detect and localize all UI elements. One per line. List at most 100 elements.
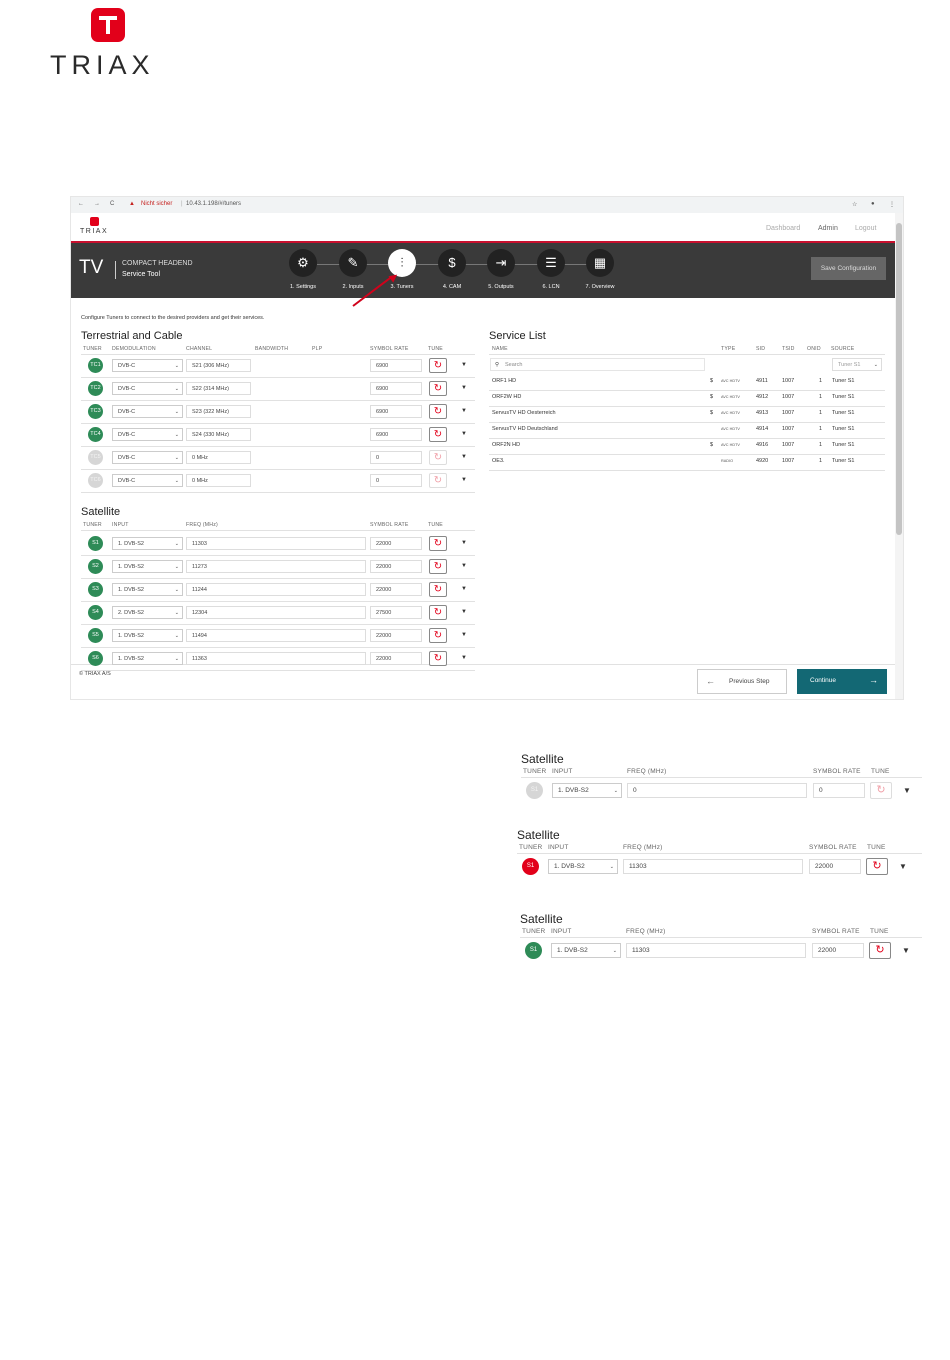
symbol-rate-input[interactable]: 22000 (809, 859, 861, 874)
source-filter-select[interactable]: Tuner S1 ⌄ (832, 358, 882, 371)
input-select[interactable]: 1. DVB-S2 ⌄ (112, 652, 183, 665)
symbol-rate-input[interactable]: 22000 (370, 652, 422, 665)
expand-dropdown-icon[interactable]: ▼ (461, 477, 467, 483)
previous-step-button[interactable]: ← Previous Step (697, 669, 787, 694)
symbol-rate-input[interactable]: 0 (370, 474, 422, 487)
browser-chrome: ← → C ▲ Nicht sicher | 10.43.1.198/#/tun… (71, 197, 903, 213)
continue-button[interactable]: Continue → (797, 669, 887, 694)
input-select[interactable]: 1. DVB-S2 ⌄ (552, 783, 622, 798)
tune-button[interactable]: ↻ (429, 559, 447, 574)
input-select[interactable]: 1. DVB-S2 ⌄ (112, 629, 183, 642)
service-list-title: Service List (489, 330, 546, 342)
expand-dropdown-icon[interactable]: ▼ (461, 586, 467, 592)
symbol-rate-input[interactable]: 22000 (370, 583, 422, 596)
chevron-down-icon: ⌄ (174, 478, 179, 484)
tune-button[interactable]: ↻ (429, 651, 447, 666)
back-icon[interactable]: ← (78, 201, 84, 207)
tune-button[interactable]: ↻ (869, 942, 891, 959)
expand-dropdown-icon[interactable]: ▼ (461, 655, 467, 661)
service-name: ORF2W HD (492, 394, 522, 400)
tune-button[interactable]: ↻ (429, 628, 447, 643)
frequency-input[interactable]: 12304 (186, 606, 366, 619)
url-bar[interactable]: 10.43.1.198/#/tuners (186, 201, 241, 207)
tune-button[interactable]: ↻ (429, 605, 447, 620)
symbol-rate-input[interactable]: 22000 (812, 943, 864, 958)
input-select[interactable]: 1. DVB-S2 ⌄ (112, 583, 183, 596)
chevron-down-icon: ⌄ (174, 564, 179, 570)
tuner-badge: S6 (88, 651, 103, 666)
input-select[interactable]: 2. DVB-S2 ⌄ (112, 606, 183, 619)
wizard-bar: TV COMPACT HEADEND Service Tool ⚙ 1. Set… (71, 243, 895, 298)
frequency-input[interactable]: 11303 (186, 537, 366, 550)
plug-icon: ✎ (339, 249, 367, 277)
frequency-input[interactable]: 0 (627, 783, 807, 798)
frequency-input[interactable]: 11494 (186, 629, 366, 642)
chevron-down-icon: ⌄ (174, 587, 179, 593)
symbol-rate-input[interactable]: 6900 (370, 359, 422, 372)
satellite-crop: Satellite TUNER INPUT FREQ (MHz) SYMBOL RATE… (513, 826, 922, 880)
service-tsid: 1007 (782, 426, 795, 432)
tuner-badge: S5 (88, 628, 103, 643)
tune-button[interactable]: ↻ (866, 858, 888, 875)
input-select[interactable]: 1. DVB-S2 ⌄ (551, 943, 621, 958)
chevron-down-icon: ⌄ (612, 948, 617, 954)
crop-title: Satellite (520, 912, 563, 926)
tune-button[interactable]: ↻ (429, 358, 447, 373)
expand-dropdown-icon[interactable]: ▼ (902, 946, 910, 955)
scrambled-icon: $ (710, 410, 714, 416)
save-configuration-button[interactable]: Save Configuration (811, 257, 886, 280)
menu-icon[interactable]: ⋮ (889, 201, 895, 208)
satellite-crop: Satellite TUNER INPUT FREQ (MHz) SYMBOL RATE… (517, 750, 922, 805)
scrollbar-thumb[interactable] (896, 223, 902, 535)
warning-icon: ▲ (129, 201, 135, 207)
demodulation-select[interactable]: DVB-C ⌄ (112, 359, 183, 372)
service-name: ServusTV HD Oesterreich (492, 410, 556, 416)
channel-input[interactable]: 0 MHz (186, 474, 251, 487)
star-icon[interactable]: ☆ (852, 201, 857, 208)
scrambled-icon: $ (710, 378, 714, 384)
expand-dropdown-icon[interactable]: ▼ (461, 632, 467, 638)
service-onid: 1 (819, 458, 823, 464)
expand-dropdown-icon[interactable]: ▼ (461, 563, 467, 569)
tune-button[interactable]: ↻ (429, 473, 447, 488)
expand-dropdown-icon[interactable]: ▼ (461, 362, 467, 368)
chevron-down-icon: ⌄ (174, 363, 179, 369)
logout-link[interactable]: Logout (855, 225, 876, 232)
symbol-rate-input[interactable]: 22000 (370, 560, 422, 573)
symbol-rate-input[interactable]: 0 (813, 783, 865, 798)
dashboard-link[interactable]: Dashboard (766, 225, 800, 232)
forward-icon[interactable]: → (94, 201, 100, 207)
symbol-rate-input[interactable]: 27500 (370, 606, 422, 619)
frequency-input[interactable]: 11244 (186, 583, 366, 596)
input-select[interactable]: 1. DVB-S2 ⌄ (548, 859, 618, 874)
service-tsid: 1007 (782, 394, 795, 400)
tuner-badge: S3 (88, 582, 103, 597)
tune-button[interactable]: ↻ (870, 782, 892, 799)
profile-icon[interactable]: ● (871, 201, 875, 207)
reload-icon[interactable]: C (110, 201, 114, 207)
step-overview[interactable]: ▦ 7. Overview (570, 249, 630, 290)
expand-dropdown-icon[interactable]: ▼ (461, 540, 467, 546)
tuner-badge: S1 (88, 536, 103, 551)
expand-dropdown-icon[interactable]: ▼ (461, 609, 467, 615)
app-header: TRIAX Dashboard Admin Logout (71, 213, 895, 241)
symbol-rate-input[interactable]: 22000 (370, 537, 422, 550)
frequency-input[interactable]: 11303 (623, 859, 803, 874)
input-select[interactable]: 1. DVB-S2 ⌄ (112, 537, 183, 550)
service-search-input[interactable]: ⚲ Search (490, 358, 705, 371)
demodulation-select[interactable]: DVB-C ⌄ (112, 474, 183, 487)
service-name: ORF2N HD (492, 442, 521, 448)
tune-button[interactable]: ↻ (429, 536, 447, 551)
frequency-input[interactable]: 11363 (186, 652, 366, 665)
chevron-down-icon: ⌄ (174, 656, 179, 662)
channel-input[interactable]: S21 (306 MHz) (186, 359, 251, 372)
frequency-input[interactable]: 11273 (186, 560, 366, 573)
input-select[interactable]: 1. DVB-S2 ⌄ (112, 560, 183, 573)
symbol-rate-input[interactable]: 22000 (370, 629, 422, 642)
service-source: Tuner S1 (832, 426, 855, 432)
frequency-input[interactable]: 11303 (626, 943, 806, 958)
tune-button[interactable]: ↻ (429, 582, 447, 597)
expand-dropdown-icon[interactable]: ▼ (903, 786, 911, 795)
admin-link[interactable]: Admin (818, 225, 838, 232)
expand-dropdown-icon[interactable]: ▼ (899, 862, 907, 871)
